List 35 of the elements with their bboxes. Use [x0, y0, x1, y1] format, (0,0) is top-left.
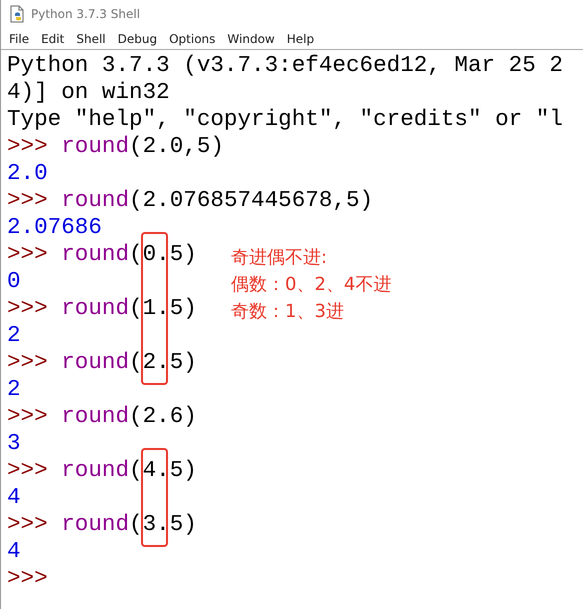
banner-text: 4)] on win32 — [7, 79, 170, 105]
output-text: 2.07686 — [7, 214, 102, 240]
shell-prompt: >>> — [7, 187, 48, 213]
banner-text: Python 3.7.3 (v3.7.3:ef4ec6ed12, Mar 25 2 — [7, 52, 563, 78]
shell-prompt: >>> — [7, 349, 48, 375]
shell-prompt: >>> — [7, 133, 48, 159]
banner-text: Type "help", "copyright", "credits" or "l — [7, 106, 563, 132]
shell-prompt: >>> — [7, 403, 48, 429]
shell-prompt: >>> — [7, 565, 48, 591]
menu-item[interactable]: Window — [222, 32, 282, 46]
menu-item[interactable]: File — [4, 32, 36, 46]
shell-prompt: >>> — [7, 511, 48, 537]
annotation-text: 奇进偶不进: — [231, 246, 328, 270]
output-text: 4 — [7, 538, 21, 564]
menu-item[interactable]: Shell — [71, 32, 113, 46]
window-title: Python 3.7.3 Shell — [31, 7, 140, 21]
shell-prompt: >>> — [7, 295, 48, 321]
shell-prompt: >>> — [7, 241, 48, 267]
output-text: 2.0 — [7, 160, 48, 186]
output-text: 2 — [7, 322, 21, 348]
shell-prompt: >>> — [7, 457, 48, 483]
output-text: 2 — [7, 376, 21, 402]
output-text: 4 — [7, 484, 21, 510]
menu-item[interactable]: Debug — [112, 32, 164, 46]
annotation-text: 偶数：0、2、4不进 — [231, 273, 392, 297]
menu-item[interactable]: Help — [282, 32, 322, 46]
menu-item[interactable]: Options — [164, 32, 222, 46]
code-text: round(2.6) — [61, 403, 197, 429]
menu-item[interactable]: Edit — [36, 32, 72, 46]
code-text: round(2.076857445678,5) — [61, 187, 374, 213]
code-text: round(2.0,5) — [61, 133, 224, 159]
annotation-text: 奇数：1、3进 — [231, 300, 345, 324]
python-file-icon — [9, 5, 25, 23]
output-text: 3 — [7, 430, 21, 456]
output-text: 0 — [7, 268, 21, 294]
